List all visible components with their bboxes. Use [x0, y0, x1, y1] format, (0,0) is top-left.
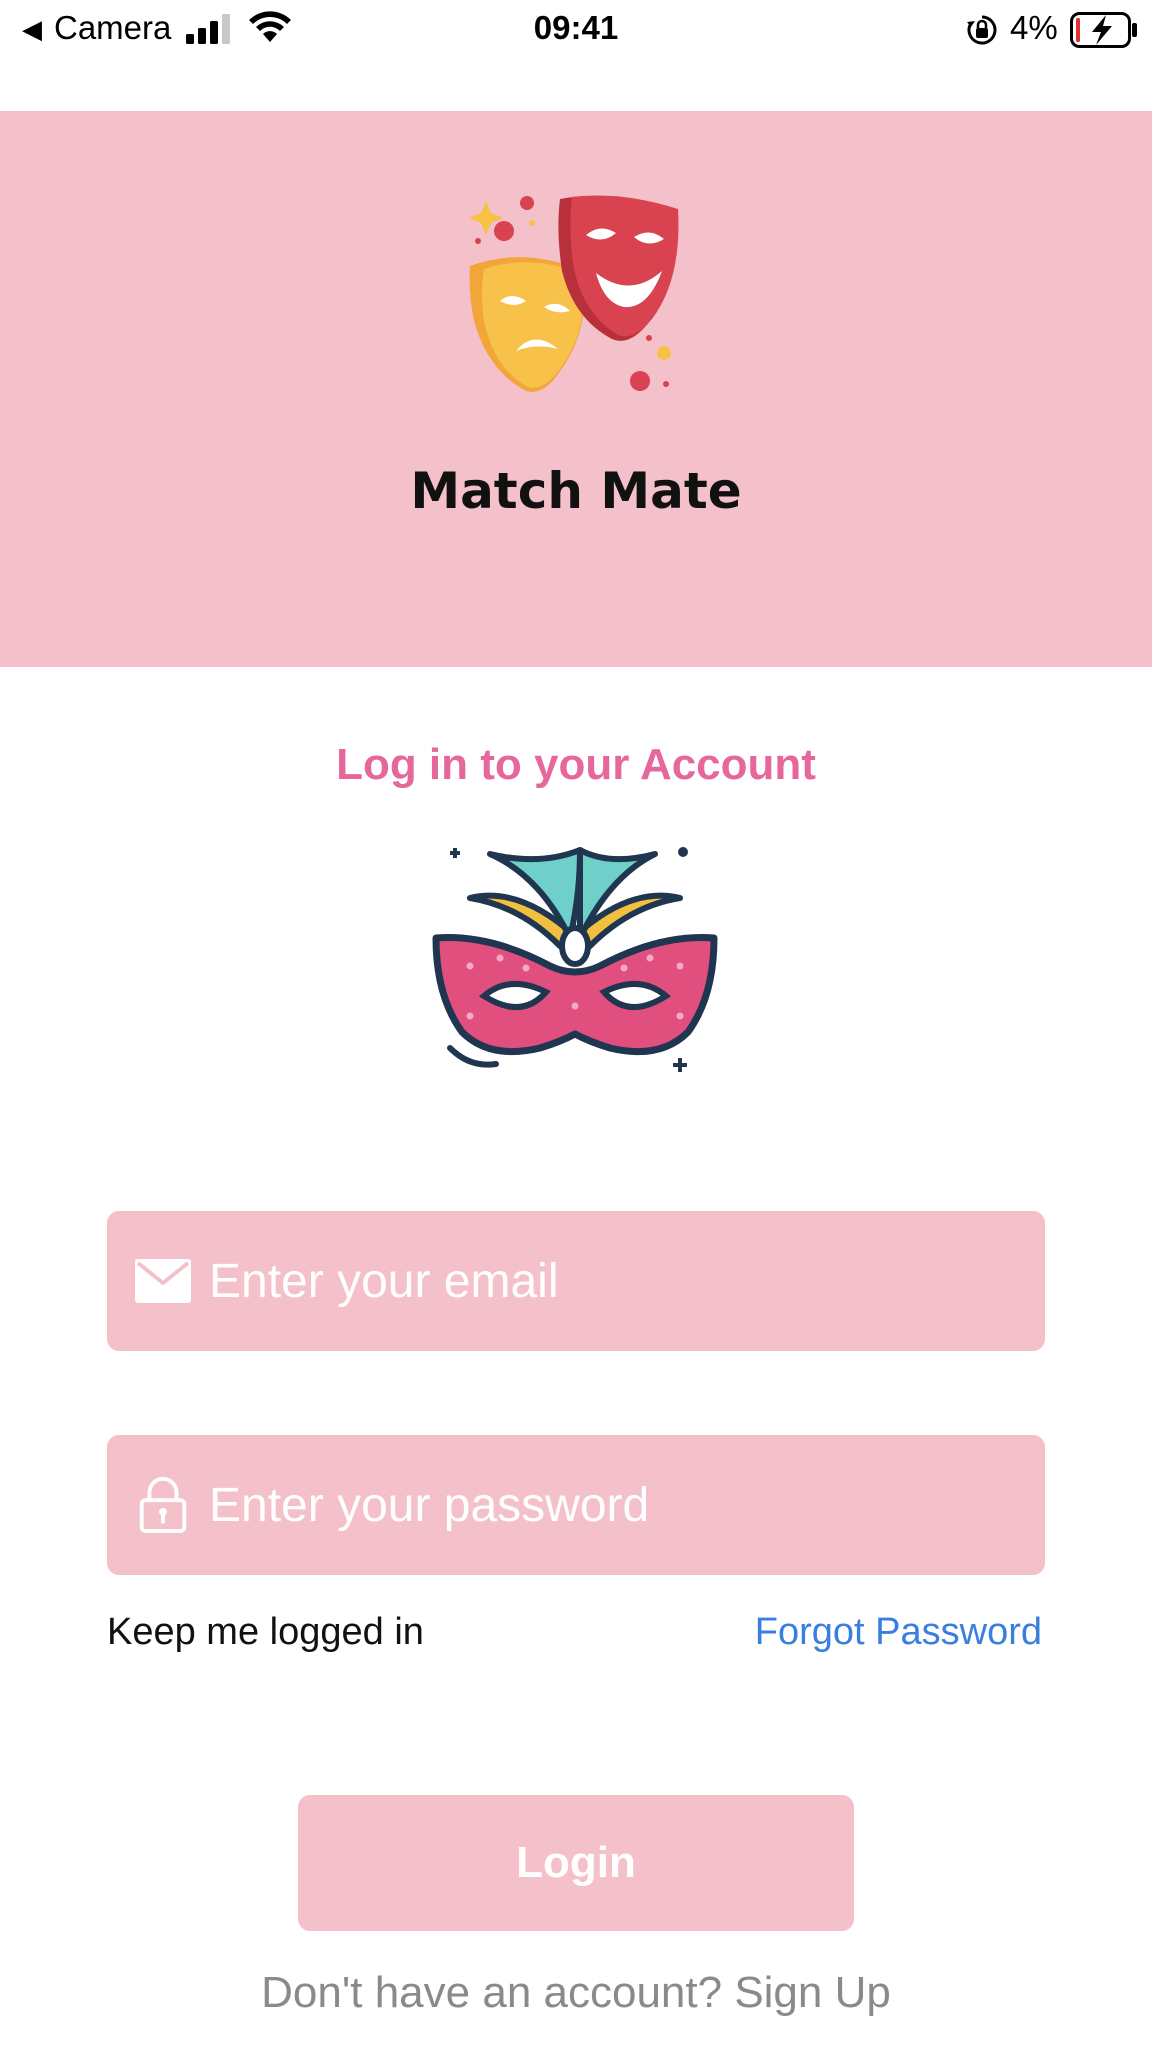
theater-masks-icon: [469, 195, 679, 392]
login-heading: Log in to your Account: [336, 740, 816, 789]
password-input[interactable]: [209, 1435, 1029, 1575]
app-title: Match Mate: [410, 462, 742, 520]
header-banner: Match Mate: [0, 111, 1152, 667]
login-button[interactable]: Login: [298, 1795, 854, 1931]
password-field[interactable]: [107, 1435, 1045, 1575]
orientation-lock-icon: [967, 15, 997, 45]
email-input[interactable]: [209, 1211, 1029, 1351]
mail-icon: [135, 1259, 191, 1303]
battery-charging-icon: [1070, 12, 1137, 48]
battery-percentage: 4%: [1010, 9, 1058, 46]
status-bar: ◀ Camera 09:41 4%: [0, 0, 1152, 60]
lock-icon: [139, 1476, 187, 1533]
signup-link[interactable]: Don't have an account? Sign Up: [0, 1966, 1152, 2020]
forgot-password-link[interactable]: Forgot Password: [755, 1608, 1042, 1656]
email-field[interactable]: [107, 1211, 1045, 1351]
keep-logged-in-toggle[interactable]: Keep me logged in: [107, 1608, 424, 1656]
carnival-mask-icon: [432, 847, 718, 1072]
